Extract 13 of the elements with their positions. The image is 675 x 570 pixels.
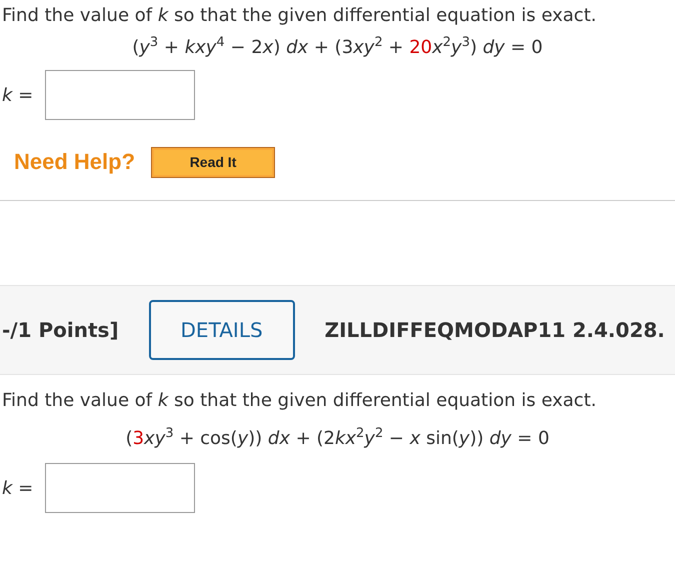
equation: (3xy$^{3}$ + cos(y)) dx + (2kx$^{2}$y$^{2}$ − x sin(y)) dy = 0	[126, 427, 550, 451]
answer-field[interactable]	[45, 463, 196, 513]
details-button[interactable]: DETAILS	[148, 300, 295, 360]
question-text: Find the value of k so that the given differential equation is exact.	[1, 4, 598, 28]
read-it-button[interactable]: Read It	[151, 146, 276, 178]
answer-label: k =	[2, 84, 34, 106]
question-code: ZILLDIFFEQMODAP11 2.4.028.	[324, 318, 665, 342]
question-text: Find the value of k so that the given differential equation is exact.	[1, 389, 598, 413]
help-label: Need Help?	[14, 149, 136, 175]
answer-label: k =	[2, 478, 34, 498]
equation: (y$^{3}$ + kxy$^{4}$ − 2x) dx + (3xy$^{2}$ + 20x$^{2}$y$^{3}$) dy = 0	[132, 36, 543, 60]
points-label: -/1 Points]	[2, 318, 119, 342]
answer-field[interactable]	[45, 70, 196, 120]
